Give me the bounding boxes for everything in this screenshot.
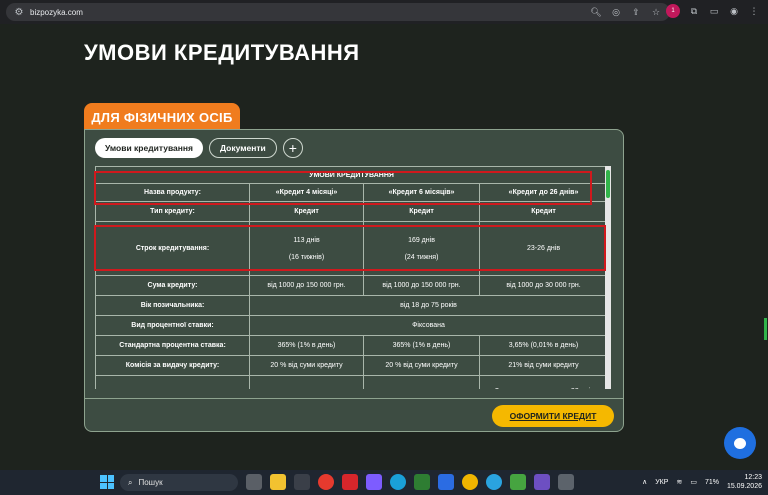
table-row: Сума кредиту: від 1000 до 150 000 грн. в… (95, 275, 609, 296)
extensions-puzzle-icon[interactable]: ⧉ (688, 4, 700, 18)
menu-kebab-icon[interactable]: ⋮ (748, 4, 760, 18)
table-row: Стандартна процентна ставка: 365% (1% в … (95, 335, 609, 356)
system-tray: ∧ УКР ≋ ▭ 71% 12:23 15.09.2026 (642, 473, 762, 491)
url-text: bizpozyka.com (30, 7, 83, 17)
app-grey-icon[interactable] (558, 474, 574, 490)
edge-icon[interactable] (390, 474, 406, 490)
partial-row-cell (363, 375, 480, 389)
viber-icon[interactable] (534, 474, 550, 490)
page-title: УМОВИ КРЕДИТУВАННЯ (84, 40, 360, 65)
opera-icon[interactable] (318, 474, 334, 490)
dropbox-icon[interactable] (438, 474, 454, 490)
media-app-icon[interactable] (294, 474, 310, 490)
rate-2: 365% (1% в день) (363, 335, 480, 356)
highlight-product-row (94, 171, 592, 205)
tab-credit-conditions[interactable]: Умови кредитування (95, 138, 204, 158)
browser-toolbar: ⚙ bizpozyka.com 🔍︎ ◎ ⇪ ☆ 1 ⧉ ▭ ◉ ⋮ (0, 0, 768, 24)
extension-badge-icon[interactable]: 1 (666, 4, 680, 18)
table-row: Вид процентної ставки: Фіксована (95, 315, 609, 336)
app-green-icon[interactable] (414, 474, 430, 490)
panel-tabs: Умови кредитування Документи + (95, 138, 303, 158)
sum-label: Сума кредиту: (95, 275, 250, 296)
partial-row-text: За строк кредитування 23 дні: (478, 375, 609, 389)
add-icon[interactable]: + (282, 138, 303, 158)
file-explorer-icon[interactable] (270, 474, 286, 490)
sum-3: від 1000 до 30 000 грн. (478, 275, 609, 296)
panel-divider (85, 398, 623, 399)
fee-3: 21% від суми кредиту (478, 355, 609, 376)
eye-off-icon[interactable]: ◎ (610, 5, 622, 19)
table-row: Комісія за видачу кредиту: 20 % від суми… (95, 355, 609, 376)
table-row: Вік позичальника: від 18 до 75 років (95, 295, 609, 316)
apply-credit-button[interactable]: ОФОРМИТИ КРЕДИТ (492, 405, 614, 427)
clock-date: 15.09.2026 (726, 483, 762, 490)
search-icon: ⌕ (128, 477, 133, 487)
age-value: від 18 до 75 років (248, 295, 609, 316)
copilot-icon[interactable] (366, 474, 382, 490)
taskbar: ⌕ Пошук ∧ УКР ≋ ▭ 71% 12:23 15.09.2026 (0, 470, 768, 495)
rate-type-value: Фіксована (248, 315, 609, 336)
bookmark-star-icon[interactable]: ☆ (650, 5, 662, 19)
sidebar-icon[interactable]: ▭ (708, 4, 720, 18)
windows-start-icon[interactable] (100, 475, 114, 489)
tray-chevron-icon[interactable]: ∧ (642, 478, 647, 486)
table-scrollbar[interactable] (605, 166, 611, 389)
rate-1: 365% (1% в день) (249, 335, 364, 356)
age-label: Вік позичальника: (95, 295, 250, 316)
rate-3: 3,65% (0,01% в день) (478, 335, 609, 356)
sum-1: від 1000 до 150 000 грн. (249, 275, 364, 296)
section-tab-individuals[interactable]: ДЛЯ ФІЗИЧНИХ ОСІБ (84, 103, 240, 131)
fee-label: Комісія за видачу кредиту: (95, 355, 250, 376)
highlight-term-row (94, 225, 606, 271)
share-icon[interactable]: ⇪ (630, 5, 642, 19)
battery-percent: 71% (704, 478, 719, 486)
taskbar-search-placeholder: Пошук (138, 478, 163, 487)
table-row: За строк кредитування 23 дні: (95, 375, 609, 389)
chat-button[interactable] (724, 427, 756, 459)
site-info-icon[interactable]: ⚙ (12, 5, 26, 19)
battery-icon[interactable]: ▭ (690, 478, 697, 486)
taskbar-search[interactable]: ⌕ Пошук (120, 474, 238, 491)
fee-1: 20 % від суми кредиту (249, 355, 364, 376)
page-scroll-indicator (764, 318, 767, 340)
fee-2: 20 % від суми кредиту (363, 355, 480, 376)
rate-type-label: Вид процентної ставки: (95, 315, 250, 336)
language-indicator[interactable]: УКР (655, 479, 668, 486)
taskbar-apps (246, 474, 574, 490)
clock[interactable]: 12:23 15.09.2026 (727, 473, 762, 491)
chat-bubble-icon (734, 437, 746, 449)
chrome-icon[interactable] (462, 474, 478, 490)
partial-row-label (95, 375, 250, 389)
clock-time: 12:23 (744, 474, 762, 481)
tab-documents[interactable]: Документи (209, 138, 277, 158)
table-scrollbar-thumb[interactable] (606, 170, 610, 198)
telegram-icon[interactable] (486, 474, 502, 490)
address-bar[interactable]: ⚙ bizpozyka.com 🔍︎ ◎ ⇪ ☆ (6, 3, 670, 21)
app-l-icon[interactable] (342, 474, 358, 490)
wifi-icon[interactable]: ≋ (676, 478, 682, 486)
partial-row-cell (249, 375, 364, 389)
zoom-icon[interactable]: 🔍︎ (590, 5, 602, 19)
utorrent-icon[interactable] (510, 474, 526, 490)
sum-2: від 1000 до 150 000 грн. (363, 275, 480, 296)
task-view-icon[interactable] (246, 474, 262, 490)
profile-icon[interactable]: ◉ (728, 4, 740, 18)
rate-label: Стандартна процентна ставка: (95, 335, 250, 356)
